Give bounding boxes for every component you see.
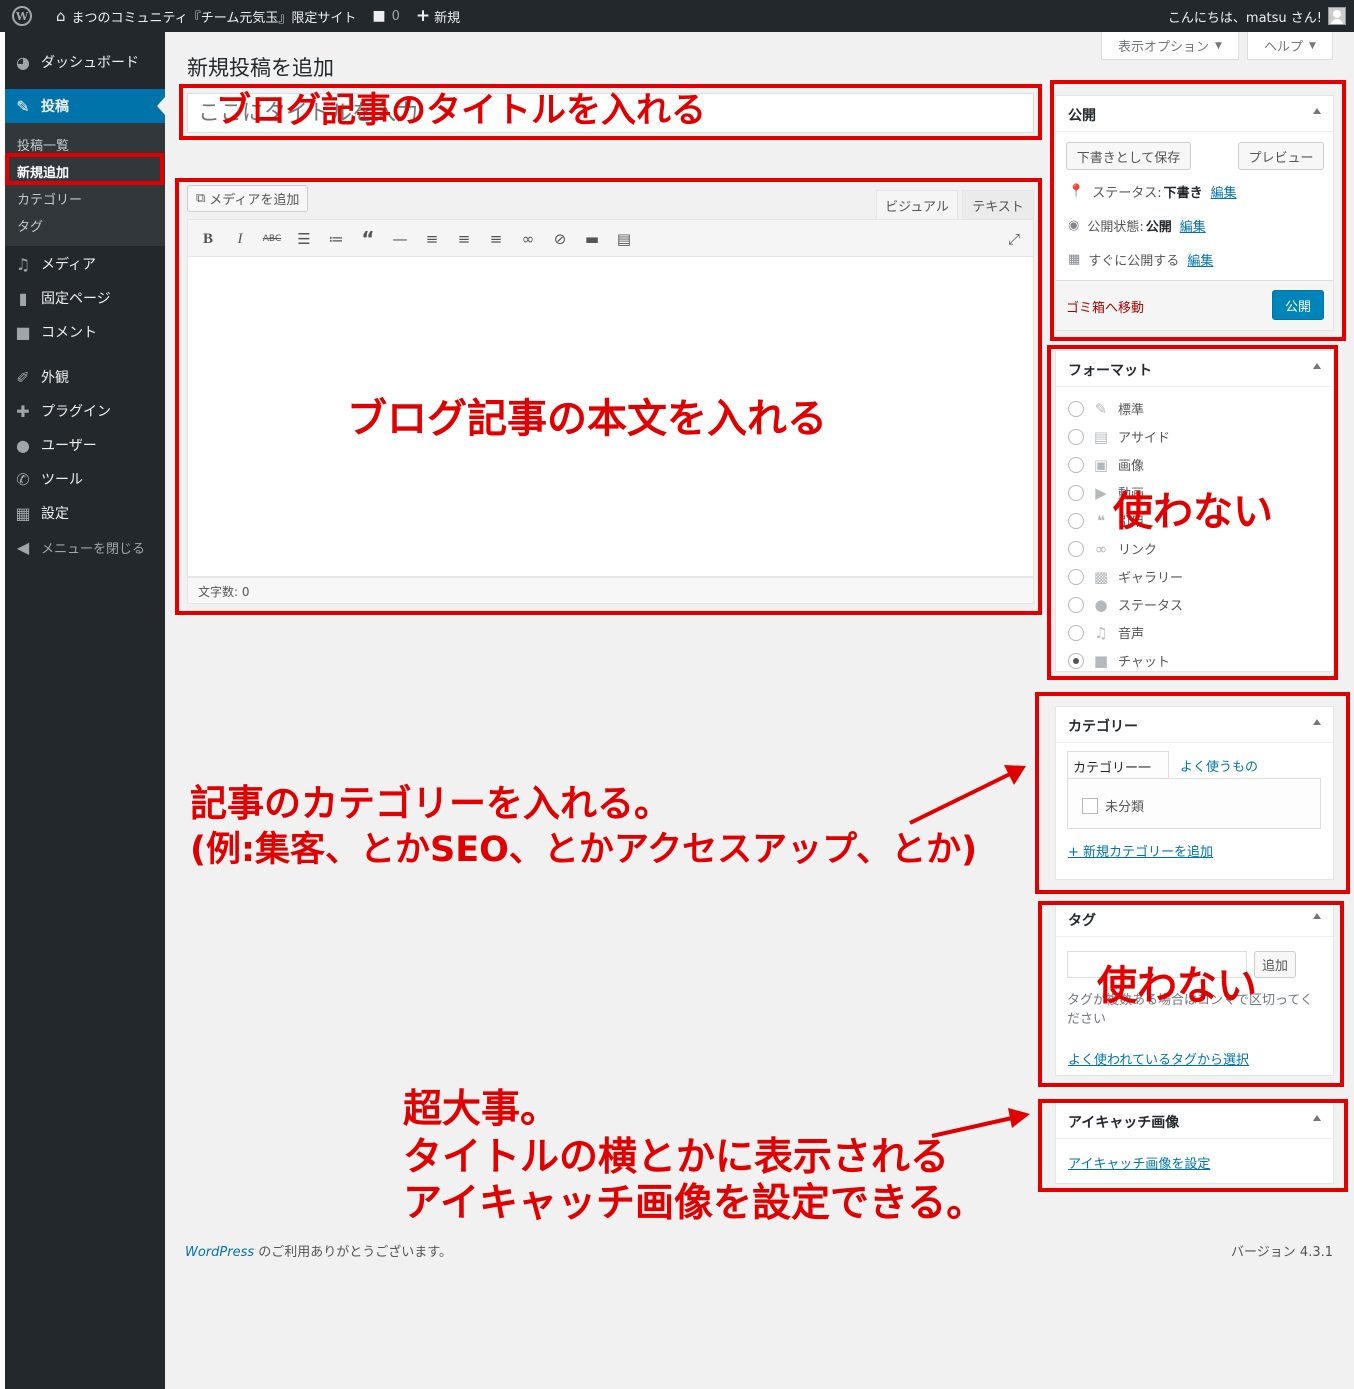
- my-account-link[interactable]: こんにちは、matsu さん!: [1168, 0, 1346, 32]
- comments-link[interactable]: ■ 0: [364, 0, 408, 32]
- screen-options-button[interactable]: 表示オプション ▼: [1101, 32, 1239, 60]
- settings-icon: ▦: [15, 503, 31, 523]
- annotation-thumb-note-2: タイトルの横とかに表示される: [403, 1135, 950, 1180]
- site-name-link[interactable]: ⌂ まつのコミュニティ『チーム元気玉』限定サイト: [40, 0, 364, 32]
- annotation-body-note: ブログ記事の本文を入れる: [347, 396, 827, 442]
- menu-tools[interactable]: ✆ ツール: [5, 469, 165, 489]
- annotation-box-featured-image: [1038, 1099, 1348, 1192]
- wordpress-link[interactable]: WordPress: [185, 1245, 254, 1260]
- arrow-to-category: [909, 765, 1026, 825]
- annotation-thumb-note-3: アイキャッチ画像を設定できる。: [403, 1181, 986, 1226]
- menu-label: 設定: [41, 506, 69, 522]
- media-icon: ♫: [15, 254, 31, 274]
- menu-posts[interactable]: ✎ 投稿: [5, 89, 165, 123]
- menu-plugins[interactable]: ✚ プラグイン: [5, 401, 165, 421]
- user-icon: ●: [16, 435, 30, 455]
- chevron-down-icon: ▼: [1309, 40, 1316, 51]
- plus-icon: +: [415, 6, 431, 26]
- footer-thanks: のご利用ありがとうございます。: [254, 1245, 452, 1260]
- help-button[interactable]: ヘルプ ▼: [1247, 32, 1333, 60]
- wordpress-logo-icon: W: [12, 6, 32, 26]
- home-icon: ⌂: [56, 7, 66, 25]
- annotation-box-publish: [1050, 80, 1346, 341]
- submenu-tags[interactable]: タグ: [17, 216, 43, 235]
- new-content-label: 新規: [434, 10, 461, 26]
- annotation-format-note: 使わない: [1113, 489, 1273, 535]
- comment-icon: ■: [15, 322, 31, 342]
- menu-label: メニューを閉じる: [41, 542, 146, 557]
- brush-icon: ✐: [16, 367, 30, 387]
- menu-dashboard[interactable]: ◕ ダッシュボード: [5, 52, 165, 72]
- menu-label: メディア: [41, 257, 97, 273]
- annotation-title-note: ブログ記事のタイトルを入れる: [216, 91, 707, 131]
- annotation-tag-note: 使わない: [1097, 963, 1257, 1009]
- admin-menu: ◕ ダッシュボード ✎ 投稿 投稿一覧 新規追加 カテゴリー タグ ♫ メディア…: [5, 32, 165, 1389]
- chevron-down-icon: ▼: [1215, 40, 1222, 51]
- menu-label: 外観: [41, 370, 69, 386]
- menu-label: ユーザー: [41, 438, 97, 454]
- collapse-icon: ◀: [16, 538, 30, 557]
- site-name-text: まつのコミュニティ『チーム元気玉』限定サイト: [71, 10, 357, 26]
- menu-comments[interactable]: ■ コメント: [5, 322, 165, 342]
- menu-label: コメント: [41, 325, 97, 341]
- page-icon: ▮: [18, 288, 28, 308]
- menu-appearance[interactable]: ✐ 外観: [5, 367, 165, 387]
- dashboard-icon: ◕: [16, 52, 30, 72]
- menu-media[interactable]: ♫ メディア: [5, 254, 165, 274]
- menu-pages[interactable]: ▮ 固定ページ: [5, 288, 165, 308]
- menu-users[interactable]: ● ユーザー: [5, 435, 165, 455]
- annotation-box-add-new: [5, 153, 164, 185]
- wordpress-logo-button[interactable]: W: [0, 0, 40, 32]
- avatar: [1328, 7, 1346, 25]
- wrench-icon: ✆: [16, 469, 30, 489]
- comments-count: 0: [391, 8, 400, 24]
- plugin-icon: ✚: [16, 401, 30, 421]
- menu-label: 固定ページ: [41, 291, 111, 307]
- menu-label: ダッシュボード: [41, 55, 139, 71]
- annotation-category-note-2: (例:集客、とかSEO、とかアクセスアップ、とか): [190, 830, 978, 870]
- menu-label: ツール: [41, 472, 83, 488]
- submenu-all-posts[interactable]: 投稿一覧: [17, 135, 69, 154]
- annotation-category-note-1: 記事のカテゴリーを入れる。: [190, 782, 671, 825]
- pin-icon: ✎: [16, 96, 30, 116]
- footer-version: バージョン 4.3.1: [1231, 1245, 1333, 1260]
- annotation-box-category: [1035, 692, 1350, 894]
- submenu-categories[interactable]: カテゴリー: [17, 189, 82, 208]
- comment-icon: ■: [372, 8, 386, 24]
- admin-bar: W ⌂ まつのコミュニティ『チーム元気玉』限定サイト ■ 0 + 新規 こんにち…: [0, 0, 1354, 32]
- new-content-link[interactable]: + 新規: [408, 0, 468, 32]
- menu-settings[interactable]: ▦ 設定: [5, 503, 165, 523]
- screen-options-label: 表示オプション: [1118, 40, 1210, 55]
- page-title: 新規投稿を追加: [187, 56, 334, 80]
- annotation-thumb-note-1: 超大事。: [403, 1087, 560, 1132]
- menu-label: 投稿: [41, 99, 69, 115]
- footer-credit: WordPress のご利用ありがとうございます。: [185, 1241, 452, 1260]
- menu-label: プラグイン: [41, 404, 111, 420]
- greeting-text: こんにちは、matsu さん!: [1167, 10, 1322, 26]
- help-label: ヘルプ: [1264, 40, 1304, 55]
- menu-collapse[interactable]: ◀ メニューを閉じる: [5, 538, 165, 557]
- arrow-to-featured-image: [931, 1108, 1030, 1138]
